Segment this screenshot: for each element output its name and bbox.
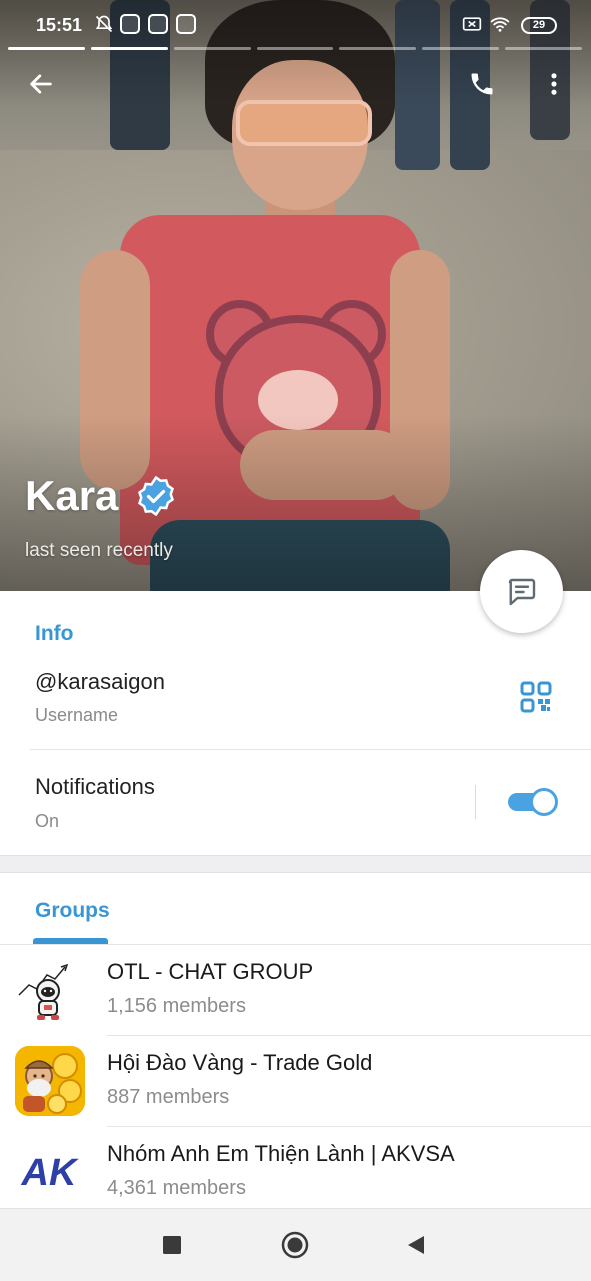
nav-square-icon xyxy=(163,1236,181,1254)
home-button[interactable] xyxy=(279,1229,311,1261)
group-list-item[interactable]: OTL - CHAT GROUP 1,156 members xyxy=(0,945,591,1036)
last-seen-status: last seen recently xyxy=(25,540,173,561)
call-button[interactable] xyxy=(458,60,506,108)
wifi-icon xyxy=(490,17,510,32)
back-arrow-icon xyxy=(30,74,52,94)
status-time: 15:51 xyxy=(36,15,83,35)
group-name: Nhóm Anh Em Thiện Lành | AKVSA xyxy=(107,1141,455,1166)
verified-badge-icon[interactable] xyxy=(136,476,176,516)
group-list-item[interactable]: AK Nhóm Anh Em Thiện Lành | AKVSA 4,361 … xyxy=(0,1127,591,1218)
group-avatar xyxy=(15,1046,85,1116)
photo-segment xyxy=(422,47,500,50)
notifications-state: On xyxy=(35,811,60,831)
group-name: Hội Đào Vàng - Trade Gold xyxy=(107,1050,373,1075)
toggle-knob xyxy=(530,788,558,816)
send-message-button[interactable] xyxy=(480,550,563,633)
app-notification-icon xyxy=(148,14,168,34)
photo-segment xyxy=(90,47,168,50)
group-avatar xyxy=(15,955,85,1025)
app-notification-icon xyxy=(120,14,140,34)
recent-apps-button[interactable] xyxy=(156,1229,188,1261)
tab-groups[interactable]: Groups xyxy=(35,899,110,923)
photo-segment xyxy=(505,47,583,50)
message-icon xyxy=(508,578,535,605)
info-section-title: Info xyxy=(35,622,74,645)
avatar-logo-text: AK xyxy=(21,1152,79,1194)
qr-code-icon[interactable] xyxy=(520,681,552,713)
app-notification-icon xyxy=(176,14,196,34)
more-vert-icon xyxy=(551,73,557,95)
photo-page-indicator xyxy=(8,47,583,51)
divider xyxy=(30,749,591,750)
group-member-count: 4,361 members xyxy=(107,1177,246,1199)
status-bar: 15:51 29 xyxy=(0,0,591,50)
no-sim-icon xyxy=(462,17,482,31)
section-separator xyxy=(0,855,591,873)
vertical-divider xyxy=(475,785,476,819)
gold-miner-icon xyxy=(15,1046,85,1116)
muted-bell-icon xyxy=(95,15,113,33)
system-navigation-bar xyxy=(0,1208,591,1281)
more-options-button[interactable] xyxy=(530,60,578,108)
notifications-toggle[interactable] xyxy=(508,788,558,816)
photo-segment xyxy=(256,47,334,50)
group-name: OTL - CHAT GROUP xyxy=(107,959,314,984)
akvsa-logo-icon: AK xyxy=(21,1152,79,1194)
battery-indicator: 29 xyxy=(521,17,557,34)
group-member-count: 887 members xyxy=(107,1086,230,1108)
notifications-label[interactable]: Notifications xyxy=(35,774,155,800)
group-avatar: AK xyxy=(15,1137,85,1207)
back-button[interactable] xyxy=(17,60,65,108)
group-list-item[interactable]: Hội Đào Vàng - Trade Gold 887 members xyxy=(0,1036,591,1127)
photo-segment xyxy=(339,47,417,50)
nav-back-icon xyxy=(408,1236,424,1254)
profile-name-row: Kara xyxy=(25,470,176,522)
photo-segment xyxy=(8,47,85,50)
astronaut-logo-icon xyxy=(18,963,69,1020)
nav-circle-icon xyxy=(281,1231,309,1259)
photo-segment xyxy=(173,47,251,50)
group-member-count: 1,156 members xyxy=(107,995,246,1017)
username-value[interactable]: @karasaigon xyxy=(35,669,165,695)
username-label: Username xyxy=(35,705,119,725)
phone-icon xyxy=(471,73,493,95)
nav-back-button[interactable] xyxy=(400,1229,432,1261)
profile-name: Kara xyxy=(25,472,119,519)
